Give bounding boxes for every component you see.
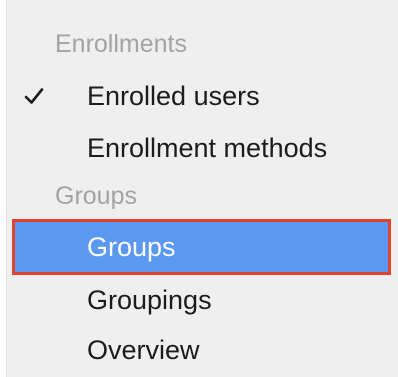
menu-item-label: Enrolled users bbox=[87, 80, 260, 111]
menu-item-label: Enrollment methods bbox=[87, 132, 328, 163]
dropdown-menu: Enrollments Enrolled users Enrollment me… bbox=[6, 0, 398, 377]
checkmark-icon bbox=[23, 85, 45, 107]
menu-item-label: Overview bbox=[87, 334, 200, 365]
section-header-label: Enrollments bbox=[55, 29, 187, 58]
menu-item-overview[interactable]: Overview bbox=[7, 324, 398, 376]
menu-item-groupings[interactable]: Groupings bbox=[7, 274, 398, 326]
menu-item-enrollment-methods[interactable]: Enrollment methods bbox=[7, 122, 398, 174]
menu-item-label: Groupings bbox=[87, 284, 212, 315]
section-header-groups: Groups bbox=[7, 170, 398, 222]
menu-item-groups[interactable]: Groups bbox=[12, 219, 391, 275]
section-header-label: Groups bbox=[55, 181, 137, 210]
menu-item-label: Groups bbox=[87, 231, 176, 262]
menu-item-enrolled-users[interactable]: Enrolled users bbox=[7, 70, 398, 122]
section-header-enrollments: Enrollments bbox=[7, 18, 398, 70]
